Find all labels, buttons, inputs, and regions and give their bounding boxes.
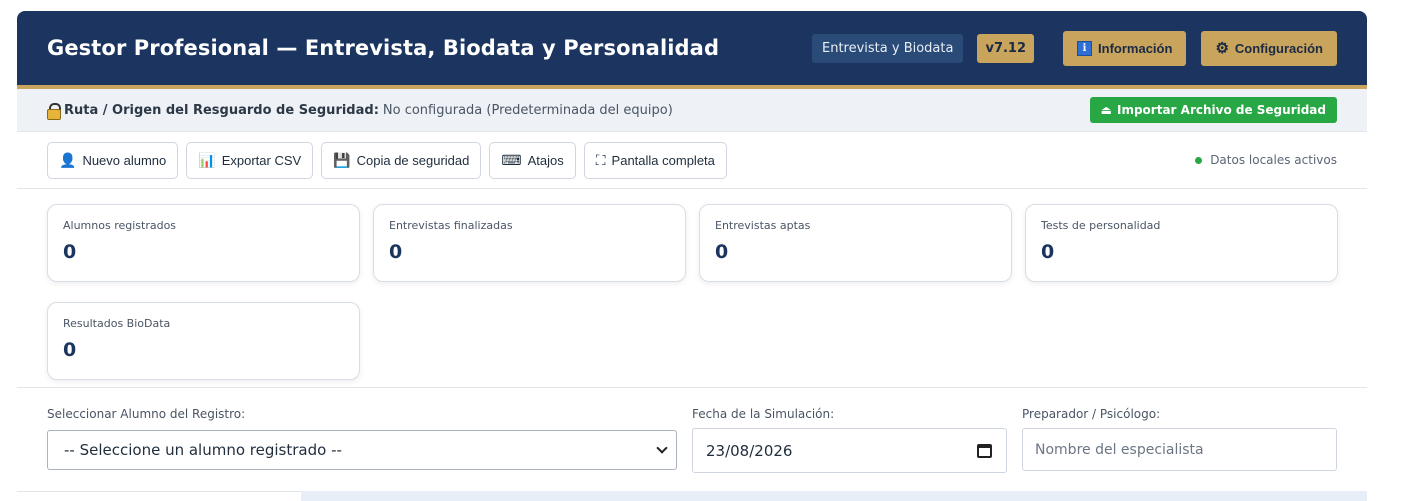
version-badge: v7.12 — [977, 33, 1035, 63]
stat-value: 0 — [1041, 241, 1055, 263]
bar-chart-icon: 📊 — [198, 152, 216, 168]
stat-label: Entrevistas finalizadas — [389, 219, 513, 232]
stat-card-biodata-results: Resultados BioData 0 — [47, 302, 360, 380]
new-student-button[interactable]: 👤 Nuevo alumno — [47, 141, 179, 179]
action-toolbar: 👤 Nuevo alumno 📊 Exportar CSV 💾 Copia de… — [17, 132, 1367, 189]
student-select-value: -- Seleccione un alumno registrado -- — [64, 441, 342, 459]
import-backup-label: Importar Archivo de Seguridad — [1117, 103, 1326, 117]
active-tab[interactable] — [17, 491, 301, 501]
new-student-label: Nuevo alumno — [82, 152, 167, 168]
backup-copy-label: Copia de seguridad — [356, 152, 470, 168]
import-backup-button[interactable]: ⏏ Importar Archivo de Seguridad — [1089, 97, 1337, 123]
backup-copy-button[interactable]: 💾 Copia de seguridad — [321, 141, 482, 179]
stat-label: Entrevistas aptas — [715, 219, 811, 232]
stat-card-personality-tests: Tests de personalidad 0 — [1025, 204, 1338, 282]
module-badge: Entrevista y Biodata — [811, 33, 964, 63]
backup-path-bar: Ruta / Origen del Resguardo de Seguridad… — [17, 89, 1367, 132]
floppy-icon: 💾 — [333, 152, 351, 168]
backup-path-value: No configurada (Predeterminada del equip… — [382, 102, 673, 118]
date-group: Fecha de la Simulación: 23/08/2026 — [692, 407, 1007, 473]
preparer-label: Preparador / Psicólogo: — [1022, 407, 1161, 421]
keyboard-icon: ⌨ — [501, 152, 522, 168]
stats-grid: Alumnos registrados 0 Entrevistas finali… — [17, 189, 1367, 388]
preparer-input[interactable] — [1022, 428, 1337, 471]
stat-card-interviews-finished: Entrevistas finalizadas 0 — [373, 204, 686, 282]
calendar-icon[interactable] — [977, 443, 992, 458]
fullscreen-button[interactable]: ⛶ Pantalla completa — [583, 141, 727, 179]
info-button[interactable]: i Información — [1063, 30, 1187, 66]
lock-icon — [47, 102, 61, 120]
status-dot-icon — [1195, 156, 1203, 164]
user-icon: 👤 — [59, 152, 77, 168]
fullscreen-icon: ⛶ — [595, 152, 606, 168]
app-header: Gestor Profesional — Entrevista, Biodata… — [17, 11, 1367, 89]
date-label: Fecha de la Simulación: — [692, 407, 835, 421]
date-value: 23/08/2026 — [706, 441, 793, 460]
config-button[interactable]: ⚙ Configuración — [1201, 30, 1337, 66]
local-data-status: Datos locales activos — [1195, 153, 1337, 167]
preparer-group: Preparador / Psicólogo: — [1022, 407, 1337, 473]
page-title: Gestor Profesional — Entrevista, Biodata… — [47, 36, 720, 60]
student-select[interactable]: -- Seleccione un alumno registrado -- — [47, 430, 677, 470]
stat-value: 0 — [715, 241, 729, 263]
status-text: Datos locales activos — [1210, 153, 1337, 167]
upload-icon: ⏏ — [1100, 103, 1112, 117]
student-select-label: Seleccionar Alumno del Registro: — [47, 407, 246, 421]
session-form: Seleccionar Alumno del Registro: -- Sele… — [17, 388, 1367, 473]
backup-path-label: Ruta / Origen del Resguardo de Seguridad… — [64, 102, 379, 118]
gear-icon: ⚙ — [1215, 39, 1229, 57]
stat-card-interviews-fit: Entrevistas aptas 0 — [699, 204, 1012, 282]
chevron-down-icon — [656, 442, 668, 454]
config-button-label: Configuración — [1234, 40, 1323, 56]
stat-value: 0 — [63, 339, 77, 361]
info-button-label: Información — [1098, 40, 1173, 56]
fullscreen-label: Pantalla completa — [611, 152, 715, 168]
shortcuts-label: Atajos — [527, 152, 564, 168]
stat-label: Tests de personalidad — [1041, 219, 1161, 232]
stat-label: Resultados BioData — [63, 317, 171, 330]
stat-card-students: Alumnos registrados 0 — [47, 204, 360, 282]
stat-label: Alumnos registrados — [63, 219, 177, 232]
app-window: Gestor Profesional — Entrevista, Biodata… — [17, 11, 1367, 501]
info-icon: i — [1077, 40, 1093, 56]
export-csv-label: Exportar CSV — [221, 152, 302, 168]
shortcuts-button[interactable]: ⌨ Atajos — [489, 141, 576, 179]
stat-value: 0 — [389, 241, 403, 263]
simulation-date-input[interactable]: 23/08/2026 — [692, 428, 1007, 473]
stat-value: 0 — [63, 241, 77, 263]
student-select-group: Seleccionar Alumno del Registro: -- Sele… — [47, 407, 677, 473]
export-csv-button[interactable]: 📊 Exportar CSV — [186, 141, 314, 179]
